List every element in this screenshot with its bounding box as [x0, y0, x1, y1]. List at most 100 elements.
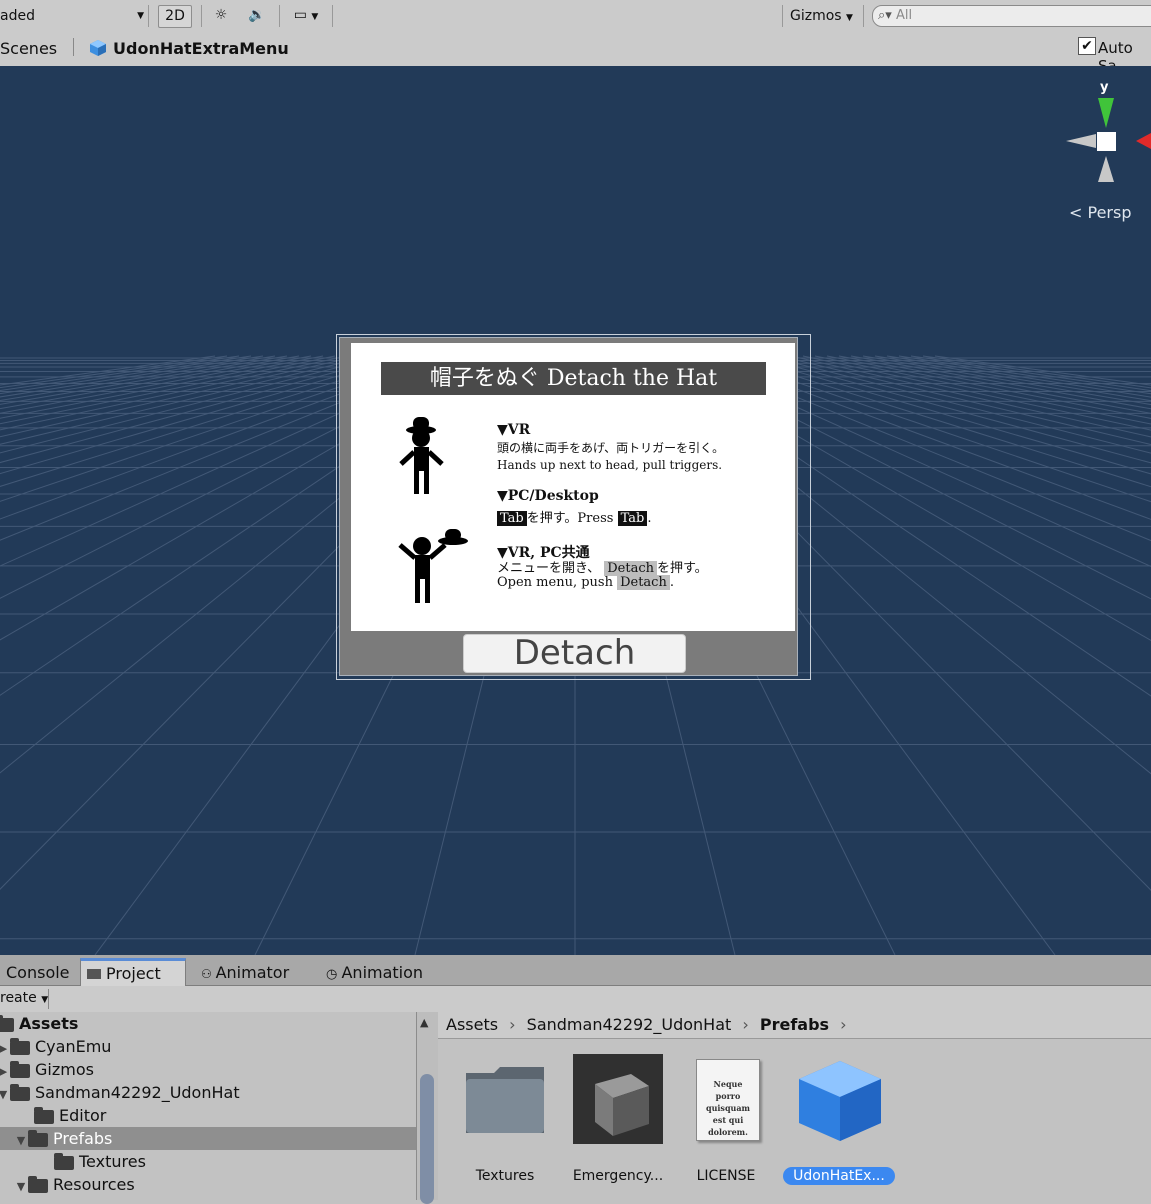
folder-icon	[10, 1083, 30, 1101]
toolbar-separator	[782, 5, 783, 27]
figure-hat-removed-icon	[398, 529, 468, 603]
neg-y-axis-cone-icon	[1098, 156, 1114, 182]
tree-item-label: Prefabs	[53, 1129, 113, 1148]
x-axis-cone-icon	[1136, 133, 1151, 149]
tree-item-label: Sandman42292_UdonHat	[35, 1083, 240, 1102]
gizmo-center-cube	[1097, 132, 1116, 151]
toolbar-separator	[279, 5, 280, 27]
toolbar-separator	[863, 5, 864, 27]
prefab-cube-icon	[573, 1054, 663, 1144]
tree-item-editor[interactable]: Editor	[0, 1104, 416, 1127]
folder-icon	[0, 1014, 14, 1032]
dropdown-arrow-icon: ▼	[137, 11, 144, 21]
vr-instruction-jp: 頭の横に両手をあげ、両トリガーを引く。	[497, 441, 725, 455]
clock-icon: ◷	[326, 967, 342, 982]
toolbar-separator	[201, 5, 202, 27]
breadcrumb-chevron-icon: ›	[742, 1015, 749, 1034]
tree-item-resources[interactable]: ▼ Resources	[0, 1173, 416, 1196]
folder-icon	[10, 1037, 30, 1055]
tree-item-label: Textures	[79, 1152, 146, 1171]
folder-icon	[34, 1106, 54, 1124]
persp-label: Persp	[1087, 203, 1132, 222]
scroll-up-arrow-icon[interactable]: ▲	[420, 1016, 428, 1029]
dropdown-arrow-icon: ▼	[846, 13, 853, 23]
folder-icon	[87, 969, 101, 979]
scene-orientation-gizmo[interactable]: y	[1058, 78, 1151, 188]
both-instruction-jp-suffix: を押す。	[656, 561, 708, 576]
tab-console-label: Console	[6, 963, 70, 982]
project-tree: Assets ▶ CyanEmu ▶ Gizmos ▼ Sandman42292_Ud…	[0, 1012, 416, 1200]
collapse-arrow-icon[interactable]: ▼	[14, 1175, 28, 1198]
collapse-arrow-icon[interactable]: ▼	[0, 1083, 10, 1106]
tab-project[interactable]: Project	[80, 958, 186, 986]
scene-name: UdonHatExtraMenu	[113, 39, 289, 58]
asset-label: Emergency...	[572, 1168, 664, 1184]
persp-chevron-icon: <	[1069, 203, 1083, 222]
perspective-toggle[interactable]: < Persp	[1069, 203, 1132, 222]
scene-toolbar: aded ▼ 2D ☼ 🔉 ▭ ▼ Gizmos ▼ ⌕▾ All	[0, 0, 1151, 32]
tree-item-textures[interactable]: Textures	[0, 1150, 416, 1173]
tab-animator[interactable]: ⚇ Animator	[195, 960, 295, 985]
license-thumb-text: Neque porro quisquam est qui dolorem.	[705, 1079, 750, 1137]
tab-console[interactable]: Console	[0, 960, 76, 985]
breadcrumb-item-current[interactable]: Prefabs	[760, 1015, 829, 1034]
y-axis-cone-icon	[1098, 98, 1114, 128]
tree-item-label: Gizmos	[35, 1060, 94, 1079]
both-instruction-jp: メニューを開き、 Detach を押す。	[497, 557, 708, 576]
expand-arrow-icon[interactable]: ▶	[0, 1037, 10, 1060]
gizmos-dropdown[interactable]: Gizmos ▼	[790, 5, 860, 27]
asset-label-selected: UdonHatEx...	[783, 1167, 895, 1185]
tab-key-badge: Tab	[617, 511, 648, 526]
scrollbar-thumb[interactable]	[420, 1074, 434, 1204]
breadcrumb-chevron-icon: ›	[509, 1015, 516, 1034]
animator-icon: ⚇	[201, 967, 216, 981]
vr-instruction-en: Hands up next to head, pull triggers.	[497, 458, 723, 472]
auto-save-checkbox[interactable]: ✔	[1078, 37, 1096, 55]
collapse-arrow-icon[interactable]: ▼	[14, 1129, 28, 1152]
breadcrumb-item[interactable]: Assets	[446, 1015, 498, 1034]
lighting-toggle-icon[interactable]: ☼	[206, 5, 236, 26]
tree-item-udonhat[interactable]: ▼ Sandman42292_UdonHat	[0, 1081, 416, 1104]
detach-key-badge: Detach	[604, 561, 657, 576]
folder-icon	[28, 1175, 48, 1193]
scenes-label[interactable]: Scenes	[0, 39, 57, 58]
folder-icon	[54, 1152, 74, 1170]
tree-item-label: CyanEmu	[35, 1037, 112, 1056]
tab-animation-label: Animation	[341, 963, 424, 982]
breadcrumb-separator	[73, 38, 74, 56]
breadcrumb-item[interactable]: Sandman42292_UdonHat	[527, 1015, 732, 1034]
project-panel: Console Project ⚇ Animator ◷ Animation r…	[0, 955, 1151, 1204]
both-instruction-en-prefix: Open menu, push	[497, 575, 613, 590]
vr-heading: ▼VR	[497, 422, 531, 438]
create-dropdown[interactable]: reate ▼	[0, 990, 48, 1006]
create-bar: reate ▼	[0, 986, 1151, 1013]
text-file-icon: Neque porro quisquam est qui dolorem.	[696, 1059, 760, 1141]
tab-project-label: Project	[106, 964, 161, 983]
asset-grid: Textures Emergency... Neque porro quisqu…	[438, 1039, 1151, 1200]
panel-tabs: Console Project ⚇ Animator ◷ Animation	[0, 955, 1151, 986]
tree-item-cyanemu[interactable]: ▶ CyanEmu	[0, 1035, 416, 1058]
expand-arrow-icon[interactable]: ▶	[0, 1060, 10, 1083]
tab-animation[interactable]: ◷ Animation	[320, 960, 429, 985]
tree-item-label: Resources	[53, 1175, 135, 1194]
folder-icon	[10, 1060, 30, 1078]
tab-key-badge: Tab	[497, 511, 527, 526]
tree-item-gizmos[interactable]: ▶ Gizmos	[0, 1058, 416, 1081]
unity-scene-icon	[89, 39, 107, 57]
gizmos-label: Gizmos	[790, 8, 842, 24]
scene-search-input[interactable]: ⌕▾ All	[872, 5, 1151, 27]
effects-dropdown-icon[interactable]: ▭ ▼	[284, 5, 328, 26]
audio-toggle-icon[interactable]: 🔉	[242, 5, 272, 26]
asset-label: LICENSE	[696, 1168, 756, 1184]
render-mode-dropdown[interactable]: aded ▼	[0, 5, 149, 27]
period: .	[647, 511, 652, 526]
toggle-2d-button[interactable]: 2D	[158, 5, 192, 28]
tree-scrollbar[interactable]: ▲	[416, 1012, 440, 1204]
sign-title: 帽子をぬぐ Detach the Hat	[381, 362, 766, 395]
tab-animator-label: Animator	[215, 963, 290, 982]
tree-item-prefabs[interactable]: ▼ Prefabs	[0, 1127, 416, 1150]
tree-item-assets[interactable]: Assets	[0, 1012, 416, 1035]
detach-button[interactable]: Detach	[463, 634, 686, 673]
pc-heading: ▼PC/Desktop	[497, 488, 599, 504]
prefab-blue-cube-icon	[799, 1061, 881, 1141]
